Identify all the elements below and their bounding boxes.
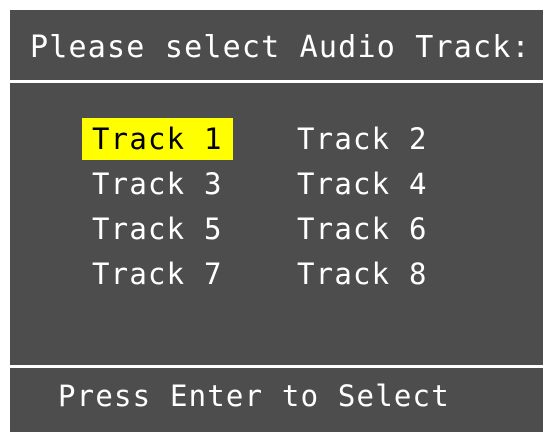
- audio-track-screen: Please select Audio Track: Track 1 Track…: [0, 0, 543, 432]
- track-grid: Track 1 Track 2 Track 3 Track 4 Track 5 …: [82, 118, 462, 308]
- track-option-7[interactable]: Track 7: [82, 253, 233, 295]
- track-option-2[interactable]: Track 2: [287, 118, 438, 160]
- footer-instruction: Press Enter to Select: [58, 379, 450, 413]
- track-option-6[interactable]: Track 6: [287, 208, 438, 250]
- track-option-5[interactable]: Track 5: [82, 208, 233, 250]
- track-option-4[interactable]: Track 4: [287, 163, 438, 205]
- footer-divider: [10, 365, 543, 368]
- track-option-1[interactable]: Track 1: [82, 118, 233, 160]
- dialog-title: Please select Audio Track:: [30, 30, 531, 65]
- track-option-3[interactable]: Track 3: [82, 163, 233, 205]
- header-divider: [10, 80, 543, 83]
- track-option-8[interactable]: Track 8: [287, 253, 438, 295]
